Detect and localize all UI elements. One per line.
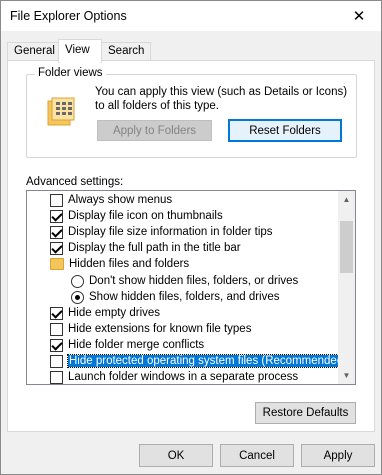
- list-item[interactable]: Display the full path in the title bar: [27, 240, 339, 256]
- vertical-scrollbar[interactable]: ▲ ▼: [338, 191, 355, 384]
- folder-icon: [50, 258, 64, 270]
- list-item[interactable]: Display file size information in folder …: [27, 224, 339, 240]
- folder-grid-icon: [47, 97, 75, 126]
- folder-views-description: You can apply this view (such as Details…: [95, 86, 348, 112]
- restore-defaults-button[interactable]: Restore Defaults: [255, 402, 356, 424]
- tab-general[interactable]: General: [7, 42, 62, 62]
- scrollbar-thumb[interactable]: [340, 221, 353, 273]
- list-item: Hidden files and folders: [27, 256, 339, 272]
- folder-views-title: Folder views: [35, 67, 106, 79]
- advanced-settings-tree[interactable]: Always show menus Display file icon on t…: [26, 190, 356, 385]
- advanced-settings-label: Advanced settings:: [26, 176, 124, 188]
- checkbox[interactable]: [50, 338, 63, 352]
- radio-button[interactable]: [71, 290, 84, 304]
- reset-folders-button[interactable]: Reset Folders: [228, 119, 342, 142]
- checkbox[interactable]: [50, 306, 63, 320]
- apply-button[interactable]: Apply: [301, 444, 375, 467]
- ok-button[interactable]: OK: [139, 444, 213, 467]
- window-title: File Explorer Options: [10, 9, 127, 23]
- checkbox[interactable]: [50, 193, 63, 207]
- radio-button[interactable]: [71, 274, 84, 288]
- list-item[interactable]: Hide folder merge conflicts: [27, 337, 339, 353]
- list-item[interactable]: Don't show hidden files, folders, or dri…: [27, 273, 339, 289]
- checkbox[interactable]: [50, 225, 63, 239]
- checkbox[interactable]: [50, 370, 63, 384]
- title-bar[interactable]: File Explorer Options ✕: [1, 1, 381, 31]
- close-icon[interactable]: ✕: [337, 1, 381, 31]
- list-item[interactable]: Always show menus: [27, 192, 339, 208]
- cancel-button[interactable]: Cancel: [220, 444, 294, 467]
- list-item[interactable]: Hide protected operating system files (R…: [27, 353, 350, 369]
- checkbox[interactable]: [50, 354, 63, 368]
- scroll-down-icon[interactable]: ▼: [338, 367, 355, 384]
- tab-view[interactable]: View: [58, 39, 102, 63]
- tab-search[interactable]: Search: [101, 42, 152, 62]
- checkbox[interactable]: [50, 241, 63, 255]
- list-item[interactable]: Launch folder windows in a separate proc…: [27, 369, 339, 384]
- checkbox[interactable]: [50, 322, 63, 336]
- dialog-window: File Explorer Options ✕ General View Sea…: [0, 0, 382, 475]
- list-item[interactable]: Display file icon on thumbnails: [27, 208, 339, 224]
- checkbox[interactable]: [50, 209, 63, 223]
- list-item[interactable]: Hide empty drives: [27, 305, 339, 321]
- list-item[interactable]: Show hidden files, folders, and drives: [27, 289, 339, 305]
- scroll-up-icon[interactable]: ▲: [338, 191, 355, 208]
- list-item[interactable]: Hide extensions for known file types: [27, 321, 339, 337]
- apply-to-folders-button[interactable]: Apply to Folders: [97, 120, 212, 141]
